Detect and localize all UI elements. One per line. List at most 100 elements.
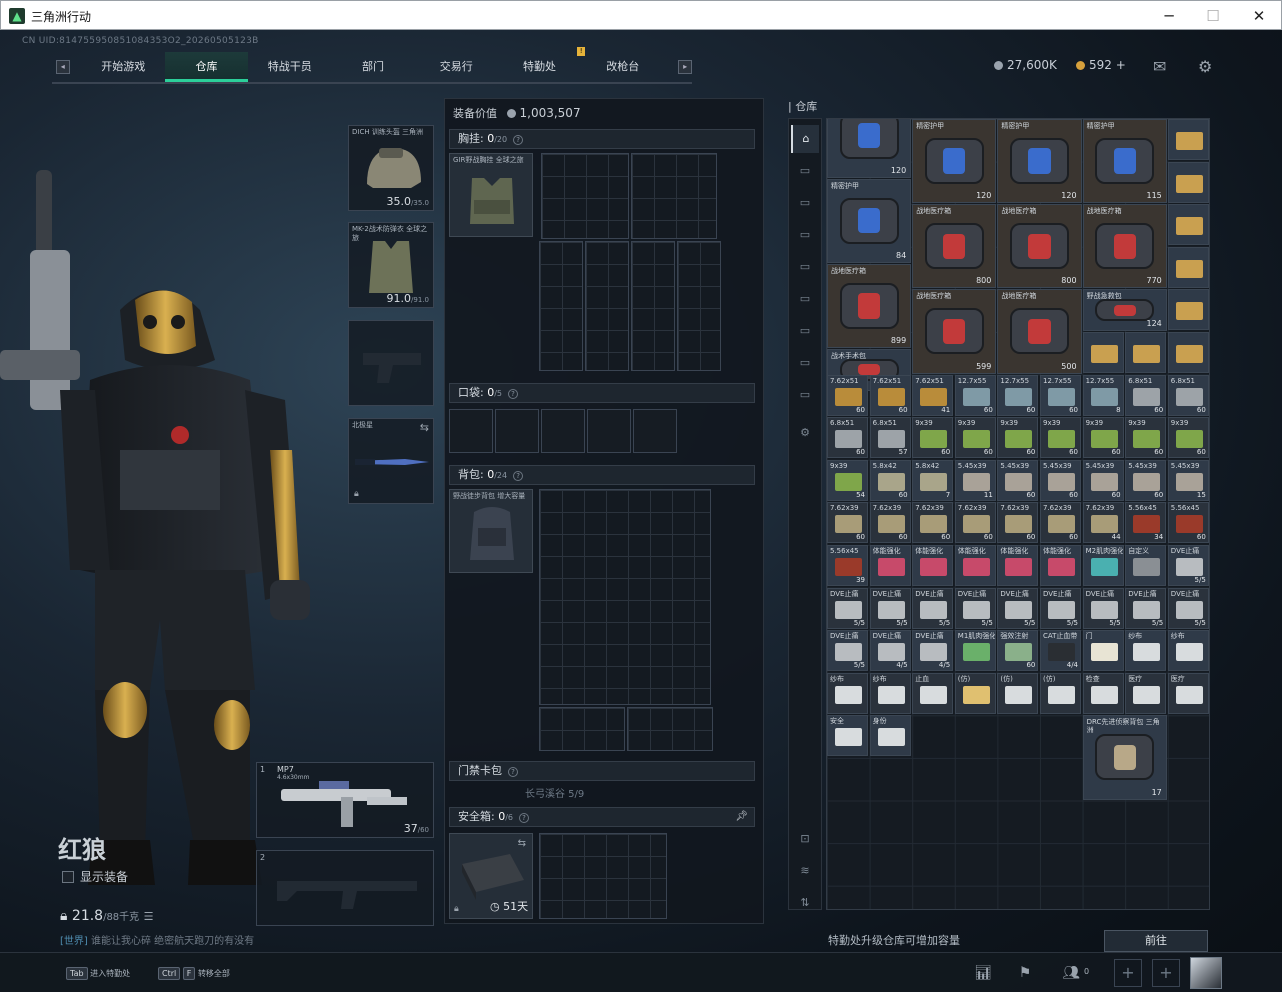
minimize-button[interactable]: ─ <box>1149 5 1189 27</box>
stash-small-item[interactable]: 5.45x39 11 <box>954 459 996 501</box>
stash-crate-item[interactable] <box>1167 332 1209 373</box>
stash-small-item[interactable]: 5.45x39 60 <box>1082 459 1124 501</box>
stash-case-item[interactable]: 精密护甲120 <box>827 119 912 178</box>
enter-special-ops-shortcut[interactable]: Tab 进入特勤处 <box>66 967 130 980</box>
stash-small-item[interactable]: 7.62x39 60 <box>912 502 954 544</box>
stash-small-item[interactable]: 止血 <box>912 672 954 714</box>
stash-small-item[interactable]: 体能强化 <box>954 545 996 586</box>
stash-small-item[interactable]: 9x39 60 <box>1082 417 1124 459</box>
stash-crate-item[interactable] <box>1167 204 1209 246</box>
chest-rig-item[interactable]: GIR野战胸挂 全球之旅 <box>449 153 533 237</box>
close-button[interactable]: ✕ <box>1239 5 1279 27</box>
stash-small-item[interactable]: DVE止痛 5/5 <box>827 587 868 629</box>
stash-small-item[interactable]: (仿) <box>1040 672 1081 714</box>
stash-small-item[interactable]: 5.56x45 60 <box>1167 502 1209 544</box>
stash-small-item[interactable]: 7.62x39 60 <box>1040 502 1081 544</box>
friends-icon[interactable]: 👥︎ <box>1058 961 1084 985</box>
transfer-all-shortcut[interactable]: Ctrl F 转移全部 <box>158 967 230 980</box>
stash-small-item[interactable]: DVE止痛 5/5 <box>827 630 868 672</box>
settings-gear-icon[interactable]: ⚙ <box>1198 57 1212 76</box>
pocket-slot[interactable] <box>541 409 585 453</box>
chest-grid-6[interactable] <box>677 241 721 371</box>
stash-tab-armor-icon[interactable]: ▭ <box>791 189 819 217</box>
stash-small-item[interactable]: DVE止痛 5/5 <box>912 587 954 629</box>
stash-case-item[interactable]: 精密护甲 84 <box>827 178 912 263</box>
primary-weapon-slot[interactable]: 1 MP7 4.6x30mm 37/60 <box>256 762 434 838</box>
stash-case-item[interactable]: 精密护甲120 <box>912 119 997 204</box>
add-teammate-button[interactable]: + <box>1114 959 1142 987</box>
player-avatar[interactable] <box>1190 957 1222 989</box>
stash-small-item[interactable]: DVE止痛 5/5 <box>1167 545 1209 586</box>
stash-small-item[interactable]: DVE止痛 4/5 <box>869 630 911 672</box>
stash-small-item[interactable]: 7.62x39 60 <box>954 502 996 544</box>
stash-small-item[interactable]: DVE止痛 5/5 <box>869 587 911 629</box>
stash-case-item[interactable]: 战地医疗箱 770 <box>1082 204 1167 289</box>
stash-small-item[interactable]: (仿) <box>954 672 996 714</box>
stash-small-item[interactable]: 9x39 54 <box>827 459 868 501</box>
stash-small-item[interactable]: 5.45x39 60 <box>1040 459 1081 501</box>
stash-case-item[interactable]: 战地医疗箱 800 <box>912 204 997 289</box>
stash-tab-ammo-icon[interactable]: ▭ <box>791 317 819 345</box>
stash-small-item[interactable]: 12.7x55 60 <box>954 374 996 416</box>
stash-case-item[interactable]: 战地医疗箱 599 <box>912 289 997 374</box>
stash-small-item[interactable]: 5.45x39 60 <box>997 459 1039 501</box>
stash-small-item[interactable]: 7.62x51 60 <box>827 374 868 416</box>
stash-small-item[interactable]: 12.7x55 60 <box>997 374 1039 416</box>
stash-small-item[interactable]: 门 <box>1082 630 1124 672</box>
stash-small-item[interactable]: DVE止痛 5/5 <box>1040 587 1081 629</box>
stash-small-item[interactable]: 安全 <box>827 715 868 757</box>
stash-crate-item[interactable] <box>1082 332 1124 373</box>
stash-small-item[interactable]: DVE止痛 5/5 <box>997 587 1039 629</box>
stash-small-item[interactable]: 6.8x51 60 <box>827 417 868 459</box>
backpack-grid[interactable] <box>539 489 711 705</box>
stash-small-item[interactable]: 医疗 <box>1167 672 1209 714</box>
stash-small-item[interactable]: DVE止痛 5/5 <box>1082 587 1124 629</box>
tab-department[interactable]: 部门 <box>331 52 414 82</box>
keycard-header[interactable]: 门禁卡包? <box>449 761 755 781</box>
stash-small-item[interactable]: 医疗 <box>1125 672 1167 714</box>
go-button[interactable]: 前往 <box>1104 930 1208 952</box>
stash-small-item[interactable]: 5.56x45 39 <box>827 545 868 586</box>
stash-small-item[interactable]: 检查 <box>1082 672 1124 714</box>
backpack-grid-lower-1[interactable] <box>539 707 625 751</box>
stash-small-item[interactable]: (仿) <box>997 672 1039 714</box>
maximize-button[interactable]: ☐ <box>1193 5 1233 27</box>
tab-gunsmith[interactable]: 改枪台 <box>581 52 664 82</box>
tab-start-game[interactable]: 开始游戏 <box>82 52 165 82</box>
stash-small-item[interactable]: 纱布 <box>869 672 911 714</box>
stash-small-item[interactable]: 身份 <box>869 715 911 757</box>
pin-icon[interactable]: 📌︎ <box>735 808 748 826</box>
stash-crate-item[interactable] <box>1125 332 1167 373</box>
stash-small-item[interactable]: 体能强化 <box>997 545 1039 586</box>
stash-small-item[interactable]: 纱布 <box>1167 630 1209 672</box>
stash-small-item[interactable]: 体能强化 <box>1040 545 1081 586</box>
chest-grid-3[interactable] <box>539 241 583 371</box>
safebox-item[interactable]: ⇆ 🔒︎ ◷ 51天 <box>449 833 533 919</box>
stash-case-item[interactable]: DRC先进侦察背包 三角洲 17 <box>1082 715 1167 800</box>
stash-small-item[interactable]: DVE止痛 5/5 <box>954 587 996 629</box>
stash-small-item[interactable]: 体能强化 <box>912 545 954 586</box>
stash-small-item[interactable]: 9x39 60 <box>997 417 1039 459</box>
stash-case-item[interactable]: 精密护甲120 <box>997 119 1082 204</box>
stash-small-item[interactable]: 7.62x39 60 <box>869 502 911 544</box>
stash-tab-helmet-icon[interactable]: ▭ <box>791 221 819 249</box>
stash-small-item[interactable]: 5.8x42 60 <box>869 459 911 501</box>
stats-chart-icon[interactable]: 📊︎ <box>970 961 996 985</box>
stash-tab-rig-icon[interactable]: ▭ <box>791 253 819 281</box>
stash-small-item[interactable]: 6.8x51 57 <box>869 417 911 459</box>
add-teammate-button[interactable]: + <box>1152 959 1180 987</box>
stash-small-item[interactable]: 5.56x45 34 <box>1125 502 1167 544</box>
stash-small-item[interactable]: 9x39 60 <box>954 417 996 459</box>
stash-small-item[interactable]: 7.62x51 41 <box>912 374 954 416</box>
stash-small-item[interactable]: 强效注射 60 <box>997 630 1039 672</box>
pistol-slot[interactable] <box>348 320 434 406</box>
pocket-slot[interactable] <box>449 409 493 453</box>
stash-small-item[interactable]: 体能强化 <box>869 545 911 586</box>
gold-balance[interactable]: 592 + <box>1076 58 1126 72</box>
stash-small-item[interactable]: 9x39 60 <box>912 417 954 459</box>
stash-small-item[interactable]: CAT止血带 4/4 <box>1040 630 1081 672</box>
chest-grid-4[interactable] <box>585 241 629 371</box>
stash-small-item[interactable]: 12.7x55 8 <box>1082 374 1124 416</box>
tab-special-ops[interactable]: 特勤处! <box>498 47 586 82</box>
nav-prev-icon[interactable]: ◂ <box>56 60 70 74</box>
